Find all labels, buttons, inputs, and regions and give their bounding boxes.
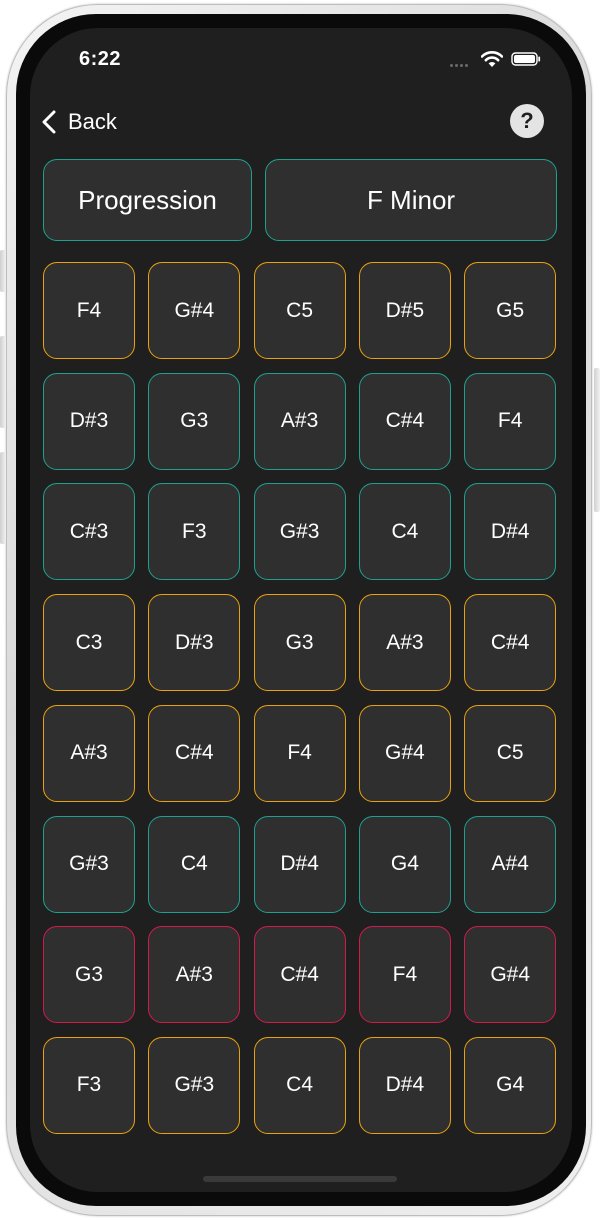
pad-row: A#3 C#4 F4 G#4 C5: [43, 704, 557, 803]
note-pad[interactable]: G#3: [148, 1036, 241, 1134]
note-pad[interactable]: G4: [464, 1036, 557, 1134]
note-pad[interactable]: F4: [358, 926, 451, 1024]
note-pad[interactable]: D#3: [148, 594, 241, 692]
note-pad[interactable]: F3: [43, 1036, 135, 1134]
note-pad[interactable]: F4: [253, 704, 346, 802]
app-screen: 6:22 Back ? Progression F Minor F4 G#4 C5 D…: [30, 28, 572, 1192]
note-pad[interactable]: G#3: [253, 483, 346, 581]
note-pad[interactable]: C#4: [148, 704, 241, 802]
note-pad[interactable]: C5: [253, 262, 346, 359]
note-pad[interactable]: C#4: [358, 372, 451, 470]
note-pad[interactable]: C4: [253, 1036, 346, 1134]
note-pad[interactable]: A#3: [358, 594, 451, 692]
pad-row: F3 G#3 C4 D#4 G4: [43, 1036, 557, 1135]
note-pad[interactable]: C#4: [253, 926, 346, 1024]
note-pad[interactable]: G3: [148, 372, 241, 470]
header-row: Progression F Minor: [43, 159, 557, 243]
note-pad[interactable]: G4: [358, 815, 451, 913]
note-pad[interactable]: D#4: [464, 483, 557, 581]
chevron-left-icon: [42, 110, 56, 134]
status-bar: 6:22: [30, 28, 572, 88]
note-pad[interactable]: D#3: [43, 372, 135, 470]
navigation-bar: Back ?: [30, 100, 572, 144]
mute-switch: [0, 250, 6, 292]
note-pad[interactable]: C#4: [464, 594, 557, 692]
note-pad[interactable]: G5: [464, 262, 557, 359]
note-pad[interactable]: G#4: [358, 704, 451, 802]
wifi-icon: [481, 51, 503, 67]
note-pad[interactable]: D#4: [358, 1036, 451, 1134]
back-label: Back: [68, 109, 117, 134]
note-pad[interactable]: F4: [43, 262, 135, 359]
cellular-signal-icon: [450, 64, 468, 67]
note-pad[interactable]: C4: [358, 483, 451, 581]
pad-row: C#3 F3 G#3 C4 D#4: [43, 483, 557, 581]
note-pad[interactable]: A#3: [43, 704, 135, 802]
key-selector-button[interactable]: F Minor: [265, 159, 557, 241]
note-pad[interactable]: C3: [43, 594, 135, 692]
volume-up-button: [0, 336, 6, 428]
note-pad[interactable]: A#4: [464, 815, 557, 913]
pad-row: F4 G#4 C5 D#5 G5: [43, 262, 557, 360]
status-time: 6:22: [79, 48, 122, 70]
volume-down-button: [0, 452, 6, 544]
pad-row: G#3 C4 D#4 G4 A#4: [43, 815, 557, 914]
pad-row: D#3 G3 A#3 C#4 F4: [43, 372, 557, 471]
note-pad[interactable]: C#3: [43, 483, 135, 581]
note-pad[interactable]: D#4: [253, 815, 346, 913]
note-pad[interactable]: A#3: [148, 926, 241, 1024]
mode-button[interactable]: Progression: [43, 159, 252, 241]
help-button[interactable]: ?: [510, 104, 544, 138]
note-pad[interactable]: G3: [253, 594, 346, 692]
pad-row: C3 D#3 G3 A#3 C#4: [43, 594, 557, 692]
note-pad[interactable]: D#5: [358, 262, 451, 359]
battery-icon: [511, 52, 541, 66]
note-pad[interactable]: G#4: [464, 926, 557, 1024]
note-pad[interactable]: G#4: [148, 262, 241, 359]
pad-row: G3 A#3 C#4 F4 G#4: [43, 926, 557, 1024]
note-pad[interactable]: C5: [464, 704, 557, 802]
note-pad[interactable]: G#3: [43, 815, 135, 913]
power-button: [594, 368, 600, 512]
note-pad[interactable]: F3: [148, 483, 241, 581]
note-pad[interactable]: C4: [148, 815, 241, 913]
back-button[interactable]: Back: [40, 106, 117, 138]
note-pad[interactable]: G3: [43, 926, 135, 1024]
note-pad[interactable]: A#3: [253, 372, 346, 470]
note-pad[interactable]: F4: [464, 372, 557, 470]
home-indicator: [203, 1176, 397, 1182]
